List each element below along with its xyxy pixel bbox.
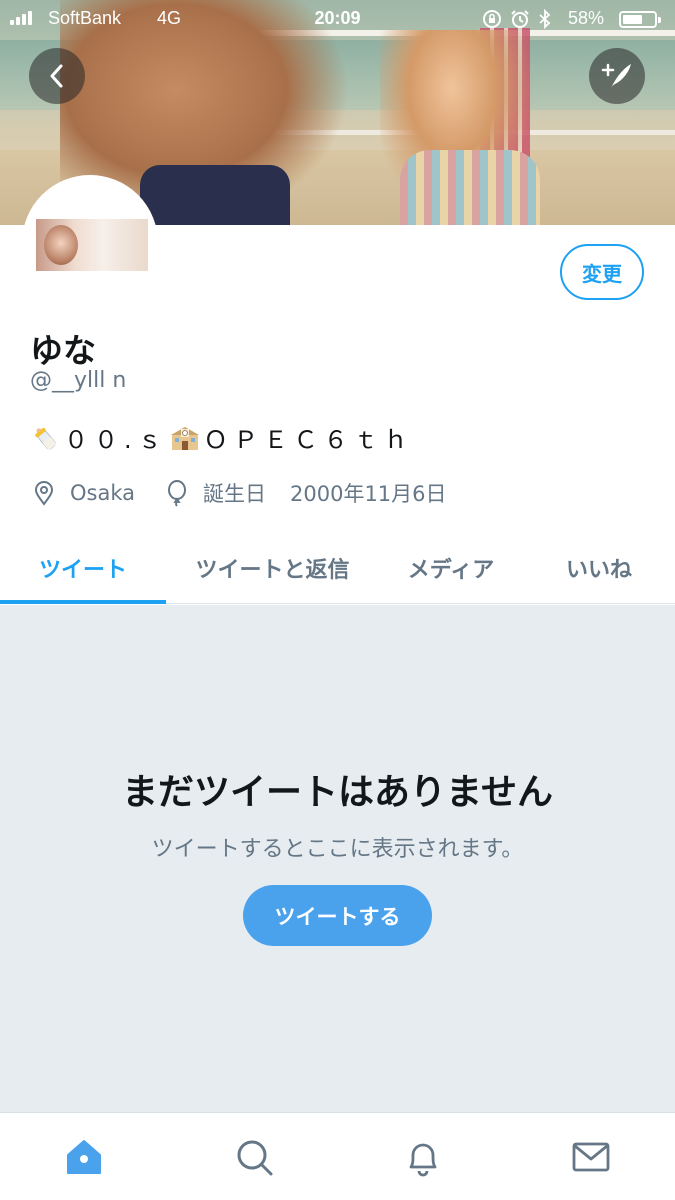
- bio-text-1: ００.ｓ: [64, 426, 168, 454]
- birthday-date: 2000年11月6日: [290, 482, 447, 506]
- username: @__ylll n: [30, 368, 127, 393]
- chevron-left-icon: [50, 64, 63, 88]
- banner-dress: [400, 150, 540, 225]
- alarm-icon: [511, 10, 529, 28]
- search-icon: [237, 1140, 273, 1176]
- banner-shorts: [140, 165, 290, 225]
- home-icon: [67, 1140, 101, 1174]
- messages-icon: [572, 1142, 610, 1172]
- nav-notifications[interactable]: [399, 1133, 447, 1181]
- status-bar: SoftBank 4G 20:09 58%: [0, 0, 675, 38]
- bio: ００.ｓ ＯＰＥＣ６ｔｈ: [30, 420, 414, 455]
- display-name: ゆな: [30, 331, 96, 370]
- compose-tweet-icon: [601, 63, 631, 88]
- nav-messages[interactable]: [567, 1133, 615, 1181]
- empty-timeline: まだツイートはありません ツイートするとここに表示されます。 ツイートする: [0, 605, 675, 1112]
- baby-bottle-emoji: [35, 427, 56, 450]
- avatar-photo: [36, 219, 148, 271]
- edit-profile-button[interactable]: 変更: [560, 244, 644, 300]
- location-icon: [34, 481, 54, 506]
- profile-meta: Osaka 誕生日 2000年11月6日: [30, 478, 447, 508]
- status-icons: [482, 9, 552, 29]
- empty-subtitle: ツイートするとここに表示されます。: [151, 837, 524, 862]
- tweet-button[interactable]: ツイートする: [243, 885, 432, 946]
- tab-tweets-and-replies[interactable]: ツイートと返信: [166, 532, 379, 603]
- tab-likes[interactable]: いいね: [523, 532, 675, 603]
- back-button[interactable]: [29, 48, 85, 104]
- birthday-label: 誕生日: [203, 482, 266, 506]
- bluetooth-icon: [539, 9, 551, 29]
- nav-home[interactable]: [60, 1133, 108, 1181]
- tab-tweets[interactable]: ツイート: [0, 532, 166, 604]
- battery-icon: [619, 11, 661, 28]
- school-emoji: [170, 426, 199, 450]
- avatar[interactable]: [22, 175, 158, 311]
- orientation-lock-icon: [483, 10, 501, 28]
- notifications-icon: [409, 1143, 437, 1177]
- compose-button[interactable]: [589, 48, 645, 104]
- empty-title: まだツイートはありません: [122, 772, 553, 813]
- tab-media[interactable]: メディア: [379, 532, 523, 603]
- bio-text-2: ＯＰＥＣ６ｔｈ: [203, 426, 414, 454]
- location-text: Osaka: [70, 481, 135, 505]
- battery-percent: 58%: [568, 8, 605, 28]
- bottom-navigation: [0, 1112, 675, 1200]
- balloon-icon: [168, 480, 186, 507]
- profile-tabs: ツイート ツイートと返信 メディア いいね: [0, 532, 675, 604]
- nav-search[interactable]: [230, 1133, 278, 1181]
